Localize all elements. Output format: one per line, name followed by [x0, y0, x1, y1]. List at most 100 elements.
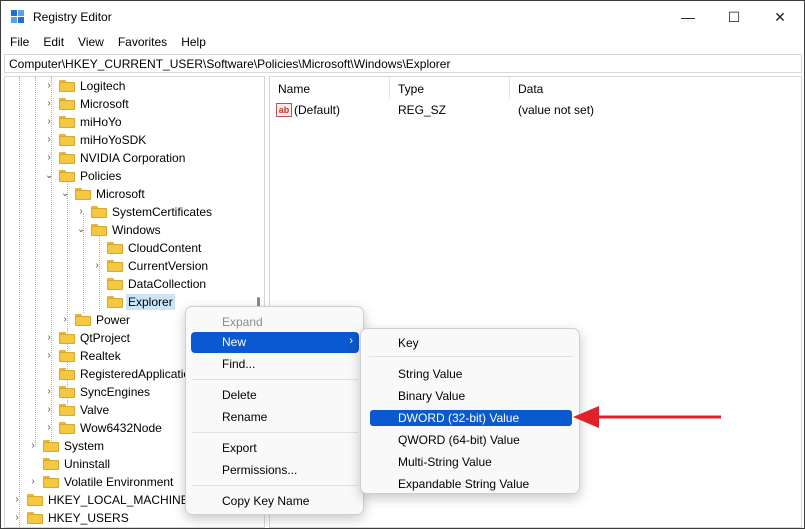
menu-item-delete[interactable]: Delete	[191, 385, 359, 406]
chevron-right-icon[interactable]: ›	[45, 117, 53, 127]
chevron-right-icon[interactable]: ›	[13, 513, 21, 523]
folder-icon	[107, 260, 123, 272]
chevron-right-icon[interactable]: ›	[29, 441, 37, 451]
chevron-right-icon[interactable]: ›	[45, 99, 53, 109]
folder-icon	[43, 458, 59, 470]
registry-editor-icon	[11, 10, 27, 24]
folder-icon	[75, 188, 91, 200]
tree-node-label: Logitech	[80, 79, 126, 93]
folder-icon	[91, 206, 107, 218]
submenu-item-key[interactable]: Key	[370, 335, 572, 351]
chevron-right-icon[interactable]: ›	[61, 315, 69, 325]
chevron-right-icon[interactable]: ›	[93, 261, 101, 271]
tree-node-label: Windows	[112, 223, 161, 237]
tree-node-label: HKEY_USERS	[48, 511, 129, 525]
menu-separator	[192, 485, 358, 486]
menu-separator	[369, 356, 573, 357]
menu-item-export[interactable]: Export	[191, 438, 359, 459]
menu-item-expand[interactable]: Expand	[191, 312, 359, 333]
menu-item-rename[interactable]: Rename	[191, 407, 359, 428]
folder-icon	[91, 224, 107, 236]
tree-node-label: DataCollection	[128, 277, 207, 291]
menu-edit[interactable]: Edit	[36, 33, 71, 53]
menu-item-find[interactable]: Find...	[191, 354, 359, 375]
tree-node-label: NVIDIA Corporation	[80, 151, 186, 165]
folder-icon	[27, 494, 43, 506]
column-header-data[interactable]: Data	[510, 77, 800, 99]
submenu-item-dword-value[interactable]: DWORD (32-bit) Value	[370, 410, 572, 426]
folder-icon	[59, 134, 75, 146]
menu-item-permissions[interactable]: Permissions...	[191, 460, 359, 481]
tree-node-nvidia-corporation[interactable]: › NVIDIA Corporation	[5, 149, 264, 167]
chevron-down-icon[interactable]: ⌄	[77, 225, 85, 235]
chevron-right-icon[interactable]: ›	[45, 333, 53, 343]
chevron-right-icon[interactable]: ›	[45, 423, 53, 433]
tree-node-label: Explorer	[126, 294, 175, 310]
new-submenu: Key String Value Binary Value DWORD (32-…	[360, 328, 580, 494]
tree-node-windows[interactable]: ⌄ Windows	[5, 221, 264, 239]
chevron-right-icon[interactable]: ›	[29, 477, 37, 487]
close-button[interactable]: ✕	[757, 1, 803, 33]
tree-node-label: miHoYo	[80, 115, 122, 129]
value-name: (Default)	[294, 103, 341, 117]
chevron-right-icon[interactable]: ›	[45, 153, 53, 163]
folder-icon	[107, 242, 123, 254]
submenu-item-qword-value[interactable]: QWORD (64-bit) Value	[370, 432, 572, 448]
chevron-right-icon[interactable]: ›	[45, 387, 53, 397]
submenu-item-multi-string-value[interactable]: Multi-String Value	[370, 454, 572, 470]
address-bar[interactable]: Computer\HKEY_CURRENT_USER\Software\Poli…	[4, 54, 802, 73]
submenu-item-string-value[interactable]: String Value	[370, 366, 572, 382]
folder-icon	[107, 278, 123, 290]
value-row[interactable]: ab (Default) REG_SZ (value not set)	[270, 101, 800, 119]
tree-node-label: Valve	[80, 403, 110, 417]
tree-node-microsoft[interactable]: ⌄ Microsoft	[5, 185, 264, 203]
tree-node-policies[interactable]: ⌄ Policies	[5, 167, 264, 185]
menu-item-copy-key-name[interactable]: Copy Key Name	[191, 491, 359, 512]
folder-icon	[75, 314, 91, 326]
menu-favorites[interactable]: Favorites	[111, 33, 174, 53]
tree-node-label: System	[64, 439, 105, 453]
chevron-right-icon[interactable]: ›	[77, 207, 85, 217]
folder-icon	[59, 332, 75, 344]
tree-node-logitech[interactable]: › Logitech	[5, 77, 264, 95]
chevron-down-icon[interactable]: ⌄	[61, 189, 69, 199]
column-header-name[interactable]: Name	[270, 77, 390, 99]
title-bar[interactable]: Registry Editor — ☐ ✕	[1, 1, 804, 33]
tree-node-cloudcontent[interactable]: CloudContent	[5, 239, 264, 257]
submenu-item-binary-value[interactable]: Binary Value	[370, 388, 572, 404]
tree-node-systemcertificates[interactable]: › SystemCertificates	[5, 203, 264, 221]
submenu-item-expandable-string-value[interactable]: Expandable String Value	[370, 476, 572, 492]
tree-node-label: Wow6432Node	[80, 421, 162, 435]
menu-view[interactable]: View	[71, 33, 111, 53]
menu-help[interactable]: Help	[174, 33, 213, 53]
folder-icon	[59, 98, 75, 110]
menu-bar: File Edit View Favorites Help	[1, 33, 804, 53]
tree-node-label: SystemCertificates	[112, 205, 213, 219]
tree-node-label: HKEY_LOCAL_MACHINE	[48, 493, 189, 507]
chevron-right-icon[interactable]: ›	[13, 495, 21, 505]
red-arrow-annotation	[573, 406, 721, 428]
folder-icon	[107, 296, 123, 308]
tree-node-label: Power	[96, 313, 131, 327]
menu-file[interactable]: File	[1, 33, 36, 53]
tree-node-datacollection[interactable]: DataCollection	[5, 275, 264, 293]
folder-icon	[59, 152, 75, 164]
submenu-arrow-icon: ›	[349, 335, 353, 347]
tree-node-microsoft[interactable]: › Microsoft	[5, 95, 264, 113]
chevron-down-icon[interactable]: ⌄	[45, 171, 53, 181]
folder-icon	[59, 404, 75, 416]
chevron-right-icon[interactable]: ›	[45, 351, 53, 361]
tree-node-currentversion[interactable]: › CurrentVersion	[5, 257, 264, 275]
tree-node-mihoyo[interactable]: › miHoYo	[5, 113, 264, 131]
tree-node-label: Volatile Environment	[64, 475, 174, 489]
minimize-button[interactable]: —	[665, 1, 711, 33]
tree-node-mihoyosdk[interactable]: › miHoYoSDK	[5, 131, 264, 149]
maximize-button[interactable]: ☐	[711, 1, 757, 33]
column-header-type[interactable]: Type	[390, 77, 510, 99]
chevron-right-icon[interactable]: ›	[45, 405, 53, 415]
chevron-right-icon[interactable]: ›	[45, 135, 53, 145]
window-title: Registry Editor	[33, 10, 112, 24]
tree-node-label: Uninstall	[64, 457, 111, 471]
menu-item-new[interactable]: New ›	[191, 332, 359, 353]
chevron-right-icon[interactable]: ›	[45, 81, 53, 91]
